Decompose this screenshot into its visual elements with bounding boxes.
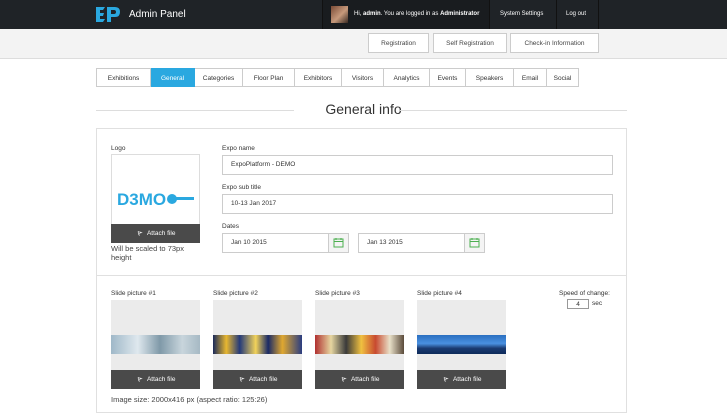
tab-social[interactable]: Social [547, 68, 579, 87]
end-date-input[interactable]: Jan 13 2015 [358, 233, 465, 253]
attach-label: Attach file [146, 230, 176, 237]
username: admin [363, 11, 381, 17]
end-date-calendar-button[interactable] [464, 233, 485, 253]
divider [400, 110, 627, 111]
attach-label: Attach file [452, 376, 482, 383]
dates-label: Dates [222, 223, 239, 230]
user-role: Administrator [440, 11, 480, 17]
slide-3-image [315, 335, 404, 354]
paperclip-icon: ∢ [133, 375, 143, 384]
attach-label: Attach file [248, 376, 278, 383]
slide-1-image [111, 335, 200, 354]
paperclip-icon: ∢ [439, 375, 449, 384]
registration-button[interactable]: Registration [368, 33, 429, 53]
tab-analytics[interactable]: Analytics [384, 68, 430, 87]
tab-categories[interactable]: Categories [195, 68, 243, 87]
start-date-input[interactable]: Jan 10 2015 [222, 233, 329, 253]
tab-email[interactable]: Email [514, 68, 547, 87]
calendar-icon [469, 238, 480, 248]
tab-visitors[interactable]: Visitors [342, 68, 384, 87]
logout-link[interactable]: Log out [566, 11, 586, 17]
tab-speakers[interactable]: Speakers [466, 68, 514, 87]
calendar-icon [333, 238, 344, 248]
login-status: Hi, admin. You are logged in as Administ… [354, 11, 479, 17]
demo-logo-text: D3MO [117, 190, 166, 209]
image-size-note: Image size: 2000x416 px (aspect ratio: 1… [111, 395, 268, 404]
slide-4-image [417, 335, 506, 354]
tab-events[interactable]: Events [430, 68, 466, 87]
expo-name-label: Expo name [222, 145, 255, 152]
attach-label: Attach file [350, 376, 380, 383]
expo-subtitle-label: Expo sub title [222, 184, 262, 191]
slide-2-label: Slide picture #2 [213, 290, 258, 297]
speed-input[interactable]: 4 [567, 299, 589, 309]
slide-2-image [213, 335, 302, 354]
paperclip-icon: ∢ [337, 375, 347, 384]
tab-exhibitions[interactable]: Exhibitions [96, 68, 151, 87]
checkin-information-button[interactable]: Check-in Information [510, 33, 599, 53]
tab-floor-plan[interactable]: Floor Plan [243, 68, 295, 87]
self-registration-button[interactable]: Self Registration [433, 33, 507, 53]
greeting-prefix: Hi, [354, 11, 363, 17]
start-date-calendar-button[interactable] [328, 233, 349, 253]
slide-4-label: Slide picture #4 [417, 290, 462, 297]
slide-1-attach-button[interactable]: ∢ Attach file [111, 370, 200, 389]
tab-exhibitors[interactable]: Exhibitors [295, 68, 342, 87]
avatar [331, 6, 348, 23]
brand-logo-icon[interactable] [95, 6, 121, 23]
logo-scale-note: Will be scaled to 73px height [111, 244, 184, 262]
top-navbar: Admin Panel Hi, admin. You are logged in… [0, 0, 727, 29]
system-settings-link[interactable]: System Settings [500, 11, 543, 17]
paperclip-icon: ∢ [235, 375, 245, 384]
greeting-mid: . You are logged in as [380, 11, 441, 17]
logo-attach-button[interactable]: ∢ Attach file [111, 224, 200, 243]
tab-bar: Exhibitions General Categories Floor Pla… [96, 68, 579, 87]
tab-general[interactable]: General [151, 68, 195, 87]
divider [96, 275, 627, 276]
user-info: Hi, admin. You are logged in as Administ… [322, 0, 490, 29]
speed-label: Speed of change: [559, 290, 610, 297]
slide-3-attach-button[interactable]: ∢ Attach file [315, 370, 404, 389]
expo-subtitle-input[interactable]: 10-13 Jan 2017 [222, 194, 613, 214]
sub-navbar: Registration Self Registration Check-in … [0, 29, 727, 59]
speed-unit: sec [592, 300, 603, 307]
section-title: General info [325, 101, 402, 117]
divider [556, 0, 557, 29]
slide-4-attach-button[interactable]: ∢ Attach file [417, 370, 506, 389]
attach-label: Attach file [146, 376, 176, 383]
slide-1-label: Slide picture #1 [111, 290, 156, 297]
paperclip-icon: ∢ [133, 229, 143, 238]
brand-title[interactable]: Admin Panel [129, 9, 186, 20]
slide-3-label: Slide picture #3 [315, 290, 360, 297]
expo-name-input[interactable]: ExpoPlatform - DEMO [222, 155, 613, 175]
demo-logo-image: D3MO [117, 190, 194, 209]
logo-label: Logo [111, 145, 126, 152]
slide-2-attach-button[interactable]: ∢ Attach file [213, 370, 302, 389]
divider [598, 0, 599, 29]
